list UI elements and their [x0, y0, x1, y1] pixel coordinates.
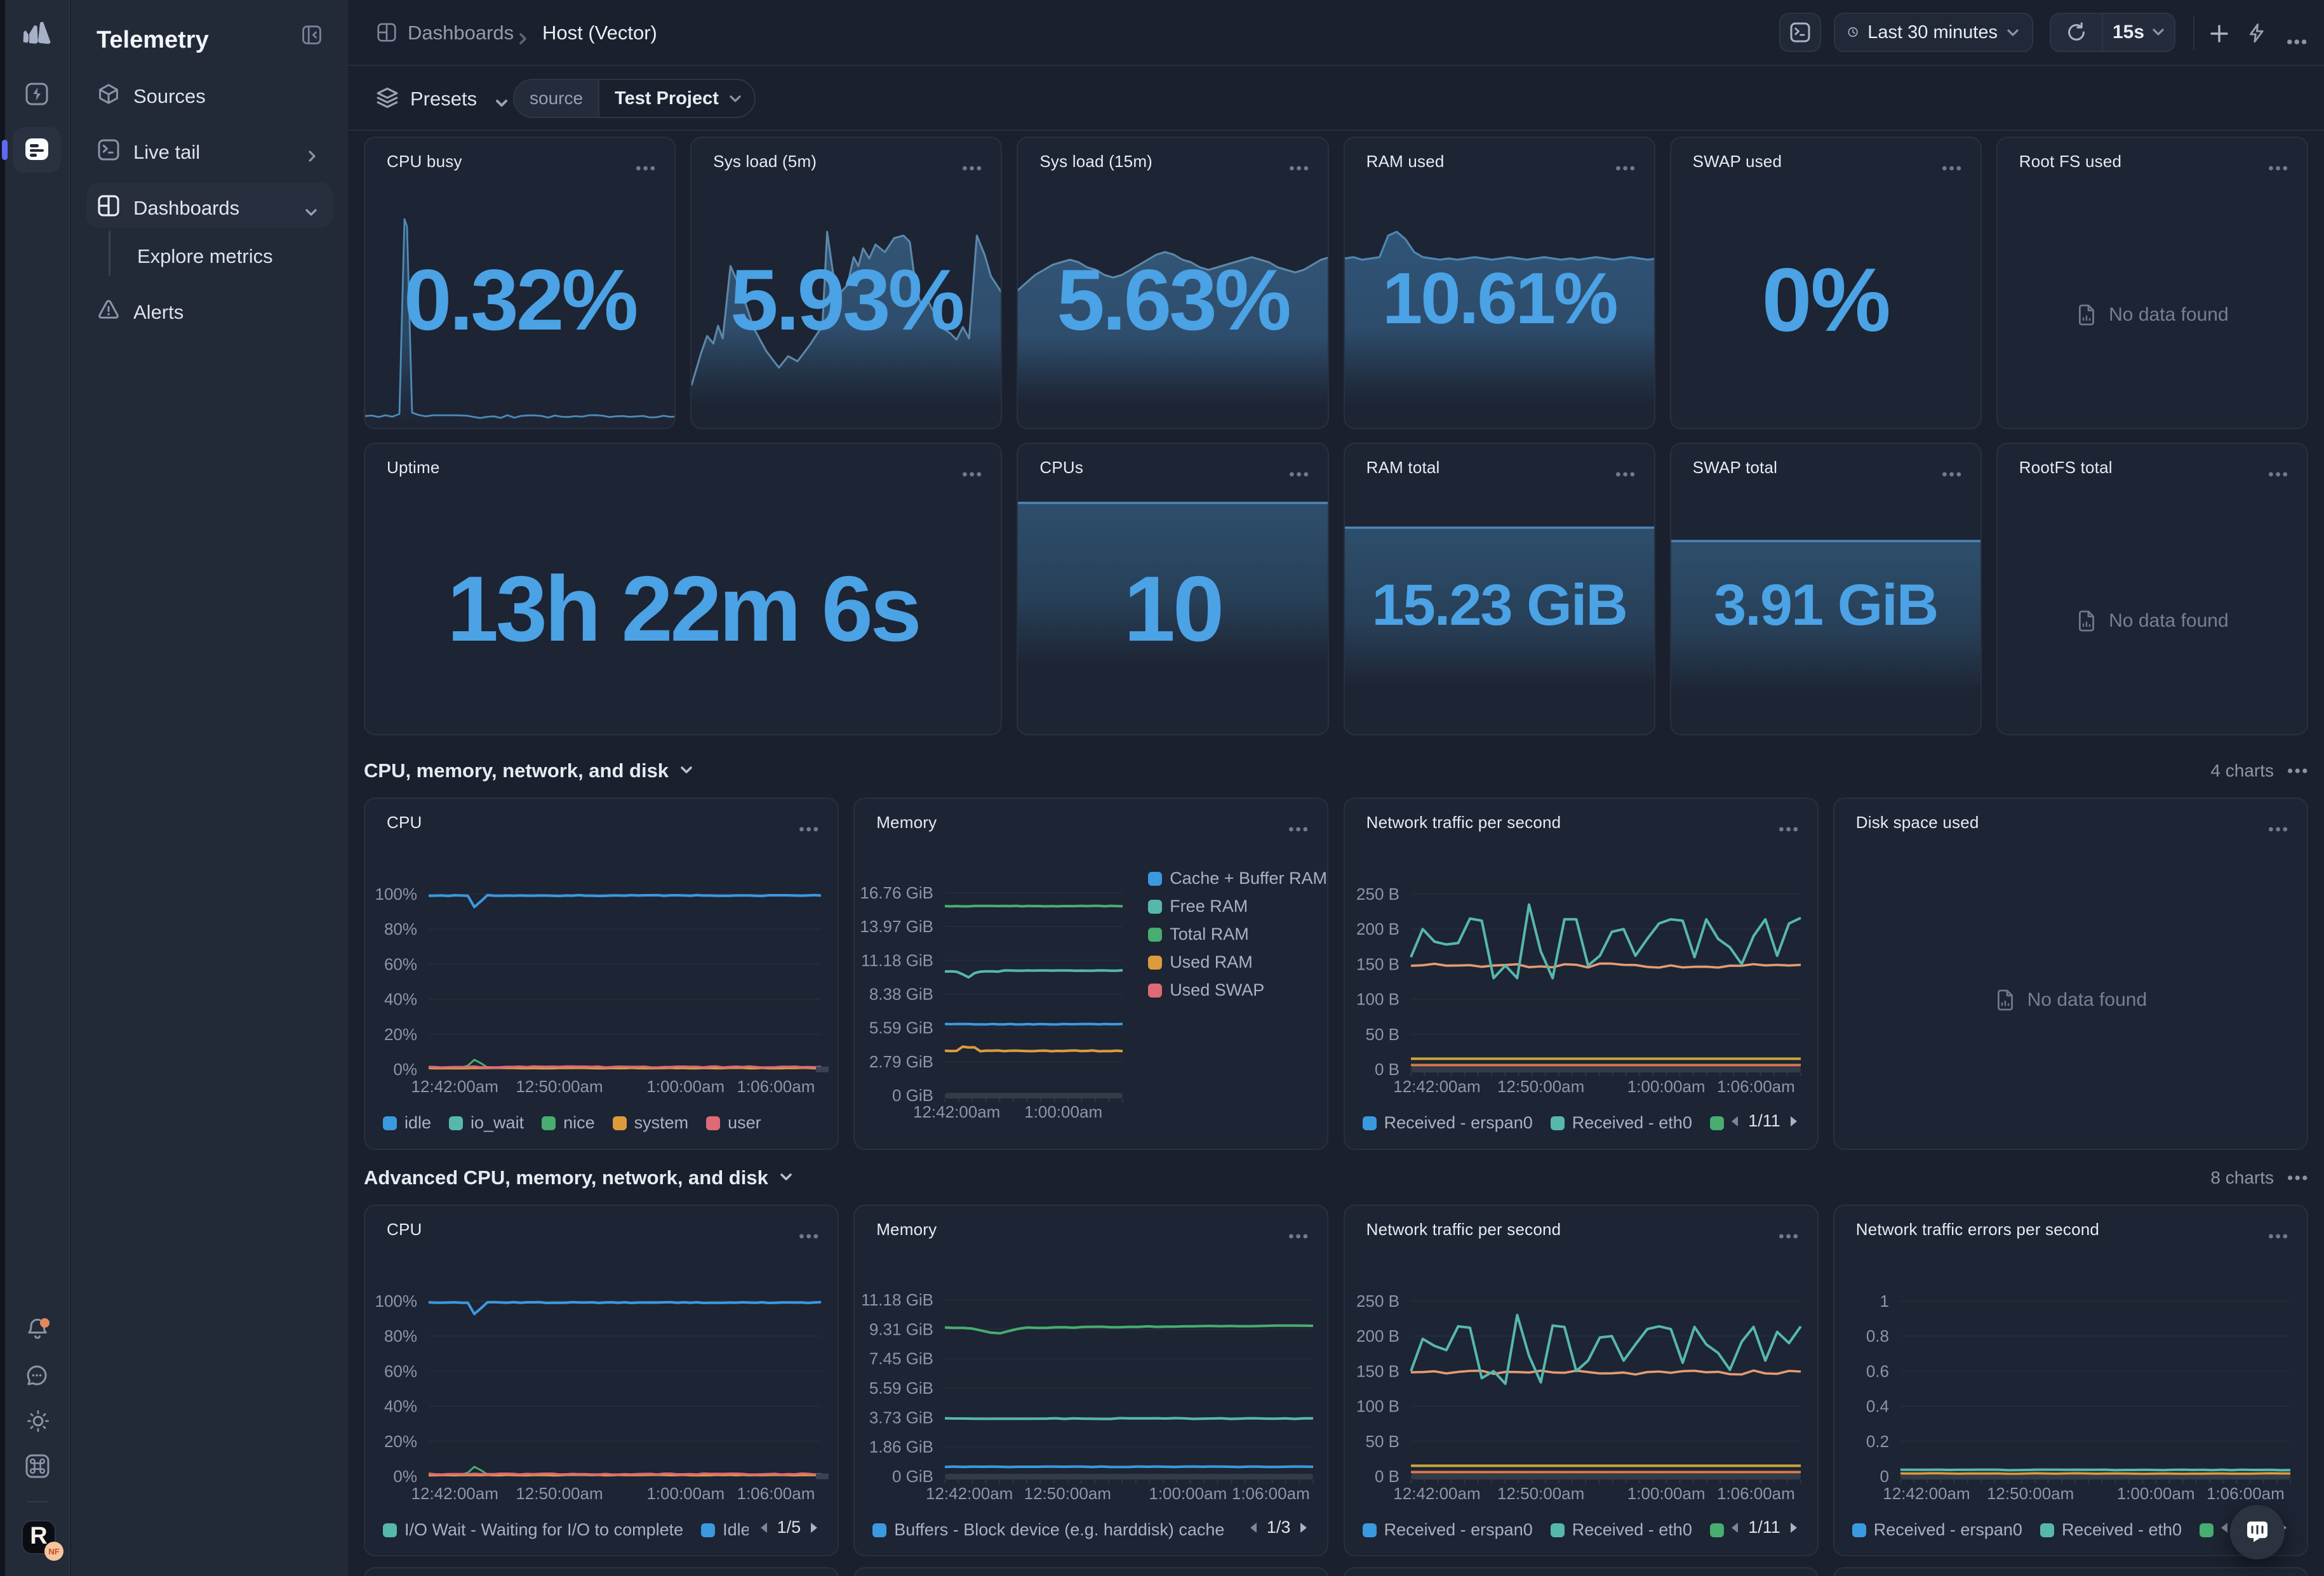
svg-text:20%: 20% [384, 1025, 417, 1044]
svg-text:20%: 20% [384, 1432, 417, 1451]
svg-text:11.18 GiB: 11.18 GiB [861, 951, 933, 970]
svg-text:100%: 100% [375, 885, 418, 904]
svg-text:1:00:00am: 1:00:00am [1149, 1484, 1227, 1503]
svg-text:12:50:00am: 12:50:00am [1497, 1077, 1584, 1096]
svg-text:150 B: 150 B [1356, 1361, 1399, 1380]
svg-text:12:42:00am: 12:42:00am [913, 1102, 1000, 1121]
svg-text:7.45 GiB: 7.45 GiB [869, 1349, 933, 1368]
svg-text:12:42:00am: 12:42:00am [411, 1077, 498, 1096]
svg-text:1:06:00am: 1:06:00am [1717, 1077, 1795, 1096]
svg-text:0.4: 0.4 [1866, 1397, 1889, 1416]
svg-text:0.2: 0.2 [1866, 1432, 1889, 1451]
svg-text:0 B: 0 B [1375, 1060, 1399, 1079]
svg-text:1:06:00am: 1:06:00am [1232, 1484, 1310, 1503]
svg-text:1:00:00am: 1:00:00am [2117, 1484, 2195, 1503]
svg-text:0: 0 [1880, 1467, 1888, 1486]
svg-text:12:42:00am: 12:42:00am [926, 1484, 1013, 1503]
svg-text:250 B: 250 B [1356, 885, 1399, 904]
svg-text:1:06:00am: 1:06:00am [737, 1484, 815, 1503]
svg-text:0%: 0% [393, 1060, 417, 1079]
svg-text:80%: 80% [384, 919, 417, 938]
svg-text:1.86 GiB: 1.86 GiB [869, 1438, 933, 1457]
svg-text:40%: 40% [384, 1397, 417, 1416]
svg-text:3.73 GiB: 3.73 GiB [869, 1408, 933, 1427]
svg-text:1:06:00am: 1:06:00am [2207, 1484, 2285, 1503]
svg-text:12:50:00am: 12:50:00am [1497, 1484, 1584, 1503]
svg-text:200 B: 200 B [1356, 919, 1399, 938]
svg-text:0%: 0% [393, 1467, 417, 1486]
svg-text:12:50:00am: 12:50:00am [1987, 1484, 2074, 1503]
svg-text:12:50:00am: 12:50:00am [516, 1077, 603, 1096]
svg-text:1:00:00am: 1:00:00am [646, 1077, 725, 1096]
svg-text:1:00:00am: 1:00:00am [1627, 1484, 1705, 1503]
svg-text:100 B: 100 B [1356, 990, 1399, 1009]
svg-text:1: 1 [1880, 1292, 1888, 1311]
svg-text:1:06:00am: 1:06:00am [737, 1077, 815, 1096]
svg-text:50 B: 50 B [1365, 1025, 1399, 1044]
svg-text:100 B: 100 B [1356, 1397, 1399, 1416]
svg-text:40%: 40% [384, 990, 417, 1009]
svg-text:9.31 GiB: 9.31 GiB [869, 1319, 933, 1339]
svg-text:0 GiB: 0 GiB [892, 1467, 933, 1486]
svg-text:0.6: 0.6 [1866, 1361, 1889, 1380]
svg-text:5.59 GiB: 5.59 GiB [869, 1018, 933, 1038]
svg-text:5.59 GiB: 5.59 GiB [869, 1379, 933, 1398]
svg-text:80%: 80% [384, 1326, 417, 1346]
svg-text:50 B: 50 B [1365, 1432, 1399, 1451]
svg-text:1:00:00am: 1:00:00am [646, 1484, 725, 1503]
svg-text:12:42:00am: 12:42:00am [1393, 1077, 1480, 1096]
svg-text:150 B: 150 B [1356, 954, 1399, 973]
svg-text:12:50:00am: 12:50:00am [1024, 1484, 1111, 1503]
svg-text:12:42:00am: 12:42:00am [1883, 1484, 1970, 1503]
svg-text:100%: 100% [375, 1292, 418, 1311]
svg-text:11.18 GiB: 11.18 GiB [861, 1290, 933, 1309]
svg-text:250 B: 250 B [1356, 1292, 1399, 1311]
svg-text:200 B: 200 B [1356, 1326, 1399, 1346]
svg-text:12:50:00am: 12:50:00am [516, 1484, 603, 1503]
svg-text:60%: 60% [384, 1361, 417, 1380]
svg-text:1:00:00am: 1:00:00am [1024, 1102, 1102, 1121]
svg-text:2.79 GiB: 2.79 GiB [869, 1052, 933, 1071]
svg-text:1:00:00am: 1:00:00am [1627, 1077, 1705, 1096]
svg-text:12:42:00am: 12:42:00am [411, 1484, 498, 1503]
svg-text:12:42:00am: 12:42:00am [1393, 1484, 1480, 1503]
svg-text:1:06:00am: 1:06:00am [1717, 1484, 1795, 1503]
svg-text:0 B: 0 B [1375, 1467, 1399, 1486]
svg-text:0.8: 0.8 [1866, 1326, 1889, 1346]
svg-text:8.38 GiB: 8.38 GiB [869, 985, 933, 1004]
svg-text:16.76 GiB: 16.76 GiB [860, 883, 934, 902]
svg-text:13.97 GiB: 13.97 GiB [860, 917, 934, 936]
svg-text:60%: 60% [384, 954, 417, 973]
